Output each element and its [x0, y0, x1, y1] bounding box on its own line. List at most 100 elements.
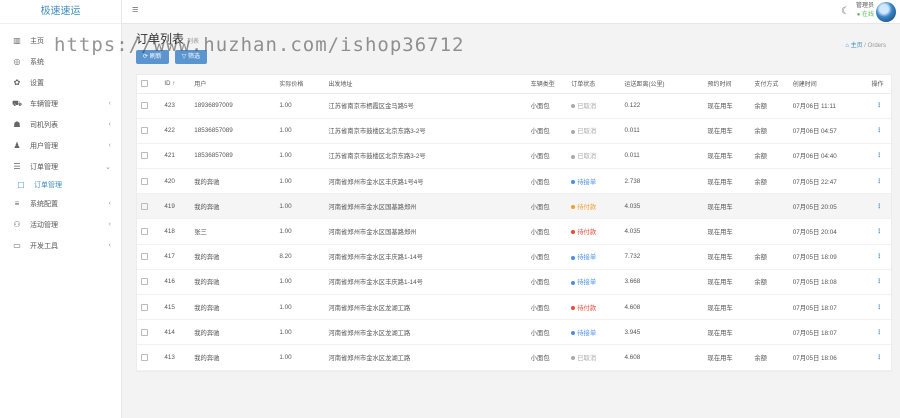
theme-toggle-icon[interactable]: ☾ [841, 6, 850, 17]
row-select-cell [137, 93, 161, 119]
sidebar-item-5[interactable]: ♟ 用户管理 ‹ [0, 135, 121, 156]
table-row[interactable]: 415 我的奔驰 1.00 河南省郑州市金水区龙湖工路 小面包 待付款 4.608 现在用车 0… [137, 294, 891, 321]
row-actions-icon[interactable]: ⋮ [867, 319, 891, 346]
row-checkbox[interactable] [141, 152, 148, 160]
cell-price: 1.00 [275, 294, 325, 321]
table-row[interactable]: 420 我的奔驰 1.00 河南省郑州市金水区丰庆路1号4号 小面包 待接单 2.738 现在… [137, 168, 891, 195]
cell-price: 1.00 [275, 269, 325, 296]
refresh-button[interactable]: ⟳ 刷新 [136, 50, 169, 64]
cell-booking-time: 现在用车 [703, 193, 751, 220]
row-actions-icon[interactable]: ⋮ [867, 269, 891, 296]
brand-logo[interactable]: 极速速运 [0, 0, 121, 24]
row-select-cell [137, 143, 161, 170]
table-row[interactable]: 413 我的奔驰 1.00 河南省郑州市金水区龙湖工路 小面包 已取消 4.608 现在用车余… [137, 344, 891, 371]
sidebar-item-1[interactable]: ◎ 系统 [0, 51, 121, 72]
avatar[interactable] [876, 2, 896, 22]
table-row[interactable]: 418 张三 1.00 河南省郑州市金水区国基路郑州 小面包 待付款 4.035 现在用车 07… [137, 218, 891, 245]
cell-price: 1.00 [275, 93, 325, 119]
cell-payment: 余额 [750, 93, 789, 119]
row-actions-icon[interactable]: ⋮ [867, 143, 891, 170]
sidebar-item-3[interactable]: ⛟ 车辆管理 ‹ [0, 93, 121, 114]
cell-price: 1.00 [275, 193, 325, 220]
sidebar-item-8[interactable]: ≡ 系统配置 ‹ [0, 193, 121, 214]
cell-distance: 0.122 [620, 93, 704, 119]
cell-status: 已取消 [567, 118, 621, 144]
row-actions-icon[interactable]: ⋮ [867, 93, 891, 119]
status-badge: 待接单 [577, 254, 597, 262]
cell-distance: 2.738 [620, 168, 704, 195]
cell-payment: 余额 [750, 118, 789, 144]
row-checkbox[interactable] [141, 278, 148, 286]
status-badge: 待接单 [577, 178, 597, 186]
cell-user: 我的奔驰 [190, 319, 276, 346]
sidebar-item-4[interactable]: ☗ 司机列表 ‹ [0, 114, 121, 135]
sidebar-item-10[interactable]: ▭ 开发工具 ‹ [0, 235, 121, 256]
row-actions-icon[interactable]: ⋮ [867, 118, 891, 144]
table-row[interactable]: 422 18536857089 1.00 江苏省南京市鼓楼区北京东路3-2号 小面包 已取… [137, 118, 891, 144]
row-checkbox[interactable] [141, 177, 148, 185]
sidebar-item-7[interactable]: ☐ 订单管理 [0, 177, 121, 193]
status-dot-icon [571, 305, 576, 310]
chevron-icon: ‹ [108, 221, 111, 228]
status-dot-icon [571, 356, 576, 361]
cell-address: 河南省郑州市金水区丰庆路1号4号 [324, 168, 527, 195]
sidebar-item-2[interactable]: ✿ 设置 [0, 72, 121, 93]
row-actions-icon[interactable]: ⋮ [867, 218, 891, 245]
cell-id: 418 [160, 218, 191, 245]
cell-user: 我的奔驰 [190, 344, 276, 371]
status-dot-icon [571, 280, 576, 285]
cell-status: 待付款 [567, 294, 621, 321]
sidebar-item-6[interactable]: ☰ 订单管理 ⌄ [0, 156, 121, 177]
column-header[interactable]: ID ↑ [160, 75, 191, 94]
breadcrumb-home[interactable]: ⌂ 主页 [845, 43, 862, 49]
column-header: 订单状态 [567, 75, 621, 94]
cell-created: 07月05日 18:07 [788, 294, 868, 321]
status-badge: 已取消 [577, 103, 597, 111]
row-checkbox[interactable] [141, 102, 148, 109]
menu-toggle-icon[interactable]: ≡ [132, 4, 138, 16]
cell-distance: 4.035 [620, 193, 704, 220]
table-row[interactable]: 421 18536857089 1.00 江苏省南京市鼓楼区北京东路3-2号 小面包 已取… [137, 143, 891, 170]
cell-price: 8.20 [275, 244, 325, 270]
status-dot-icon [571, 230, 576, 235]
row-actions-icon[interactable]: ⋮ [867, 344, 891, 371]
status-dot-icon [571, 331, 576, 336]
cell-booking-time: 现在用车 [703, 344, 751, 371]
row-checkbox[interactable] [141, 328, 148, 336]
row-actions-icon[interactable]: ⋮ [867, 193, 891, 220]
orders-table: ID ↑ 用户 实际价格 出发地址 车辆类型 订单状态 运送距离(公里) 预约时间 支付方式 创建… [137, 75, 891, 371]
cell-price: 1.00 [275, 143, 325, 170]
row-checkbox[interactable] [141, 127, 148, 135]
status-dot-icon [571, 205, 576, 210]
cell-created: 07月05日 20:05 [788, 193, 868, 220]
select-all-checkbox[interactable] [141, 80, 148, 88]
page-header: 订单列表 列表 ⌂ 主页 / Orders [136, 30, 892, 49]
sidebar-item-9[interactable]: ⚇ 活动管理 ‹ [0, 214, 121, 235]
row-select-cell [137, 344, 161, 371]
table-row[interactable]: 417 我的奔驰 8.20 河南省郑州市金水区丰庆路1-14号 小面包 待接单 7.732 现… [137, 244, 891, 270]
table-row[interactable]: 414 我的奔驰 1.00 河南省郑州市金水区龙湖工路 小面包 待接单 3.945 现在用车 0… [137, 319, 891, 346]
user-info[interactable]: 管理员 ● 在线 [856, 2, 874, 20]
row-checkbox[interactable] [141, 303, 148, 311]
breadcrumb: ⌂ 主页 / Orders [845, 40, 886, 49]
cell-payment [750, 319, 789, 346]
sidebar-item-0[interactable]: ▥ 主页 [0, 30, 121, 51]
row-actions-icon[interactable]: ⋮ [867, 244, 891, 270]
cell-distance: 3.945 [620, 319, 704, 346]
table-row[interactable]: 416 我的奔驰 1.00 河南省郑州市金水区丰庆路1-14号 小面包 待接单 3.668 现… [137, 269, 891, 296]
sidebar: 极速速运 ▥ 主页 ◎ 系统 ✿ 设置 ⛟ 车辆管理 ‹ ☗ 司机列表 ‹ ♟ 用户管理 ‹ ☰ 订单管理 ⌄ ☐ 订… [0, 0, 122, 418]
row-checkbox[interactable] [141, 227, 148, 235]
row-checkbox[interactable] [141, 202, 148, 210]
row-checkbox[interactable] [141, 353, 148, 361]
sidebar-item-label: 主页 [30, 37, 44, 45]
table-row[interactable]: 419 我的奔驰 1.00 河南省郑州市金水区国基路郑州 小面包 待付款 4.035 现在用车… [137, 193, 891, 220]
cell-user: 我的奔驰 [190, 244, 276, 270]
cell-id: 414 [160, 319, 191, 346]
cell-user: 我的奔驰 [190, 193, 276, 220]
row-actions-icon[interactable]: ⋮ [867, 294, 891, 321]
filter-button[interactable]: ▽ 筛选 [174, 50, 207, 64]
row-actions-icon[interactable]: ⋮ [867, 168, 891, 195]
row-checkbox[interactable] [141, 253, 148, 261]
table-row[interactable]: 423 18936897009 1.00 江苏省南京市栖霞区金马路5号 小面包 已取消 0.… [137, 93, 891, 119]
cell-created: 07月06日 04:57 [788, 118, 868, 144]
